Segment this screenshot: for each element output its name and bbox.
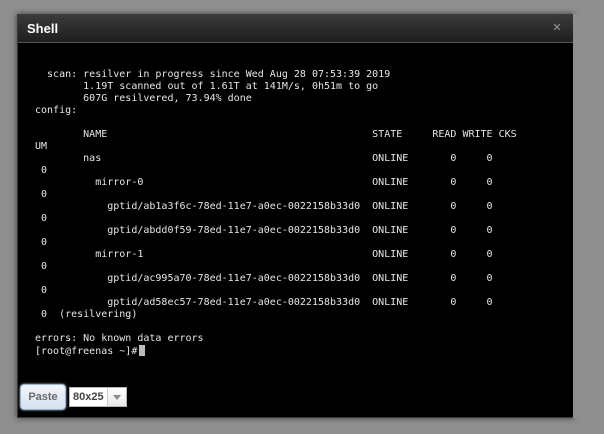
- terminal-line: errors: No known data errors: [35, 333, 204, 344]
- terminal-line: 0: [35, 165, 48, 176]
- terminal-line: config:: [35, 105, 78, 116]
- terminal-line: scan: resilver in progress since Wed Aug…: [35, 69, 391, 80]
- terminal-line: 0: [35, 285, 48, 296]
- dialog-title: Shell: [27, 21, 59, 36]
- terminal-cursor: [139, 345, 146, 356]
- chevron-down-icon[interactable]: [107, 388, 126, 406]
- close-icon[interactable]: ✕: [551, 22, 563, 34]
- terminal-line: 0: [35, 237, 48, 248]
- terminal-line: gptid/ab1a3f6c-78ed-11e7-a0ec-0022158b33…: [35, 201, 493, 212]
- terminal-line: 607G resilvered, 73.94% done: [35, 93, 252, 104]
- terminal-prompt-line[interactable]: [root@freenas ~]#: [35, 345, 146, 357]
- terminal-line: mirror-1 ONLINE 0 0: [35, 249, 493, 260]
- terminal-line: 0: [35, 213, 48, 224]
- terminal-line: 1.19T scanned out of 1.61T at 141M/s, 0h…: [35, 81, 379, 92]
- terminal-line: 0 (resilvering): [35, 309, 138, 320]
- shell-dialog: Shell ✕ scan: resilver in progress since…: [17, 14, 574, 418]
- terminal-line: gptid/ac995a70-78ed-11e7-a0ec-0022158b33…: [35, 273, 493, 284]
- terminal-line: UM: [35, 141, 48, 152]
- paste-button[interactable]: Paste: [20, 384, 66, 410]
- terminal-line: gptid/ad58ec57-78ed-11e7-a0ec-0022158b33…: [35, 297, 493, 308]
- terminal-output[interactable]: scan: resilver in progress since Wed Aug…: [18, 43, 573, 383]
- terminal-line: 0: [35, 261, 48, 272]
- dialog-titlebar[interactable]: Shell ✕: [18, 15, 573, 43]
- terminal-controls: Paste 80x25: [18, 383, 573, 417]
- terminal-size-value: 80x25: [73, 391, 104, 403]
- terminal-line: mirror-0 ONLINE 0 0: [35, 177, 493, 188]
- terminal-line: 0: [35, 189, 48, 200]
- terminal-line: nas ONLINE 0 0: [35, 153, 493, 164]
- page-background-strip: [573, 14, 604, 418]
- terminal-line: gptid/abdd0f59-78ed-11e7-a0ec-0022158b33…: [35, 225, 493, 236]
- terminal-prompt: [root@freenas ~]#: [35, 346, 138, 357]
- terminal-size-select[interactable]: 80x25: [69, 387, 127, 407]
- terminal-line: NAME STATE READ WRITE CKS: [35, 129, 517, 140]
